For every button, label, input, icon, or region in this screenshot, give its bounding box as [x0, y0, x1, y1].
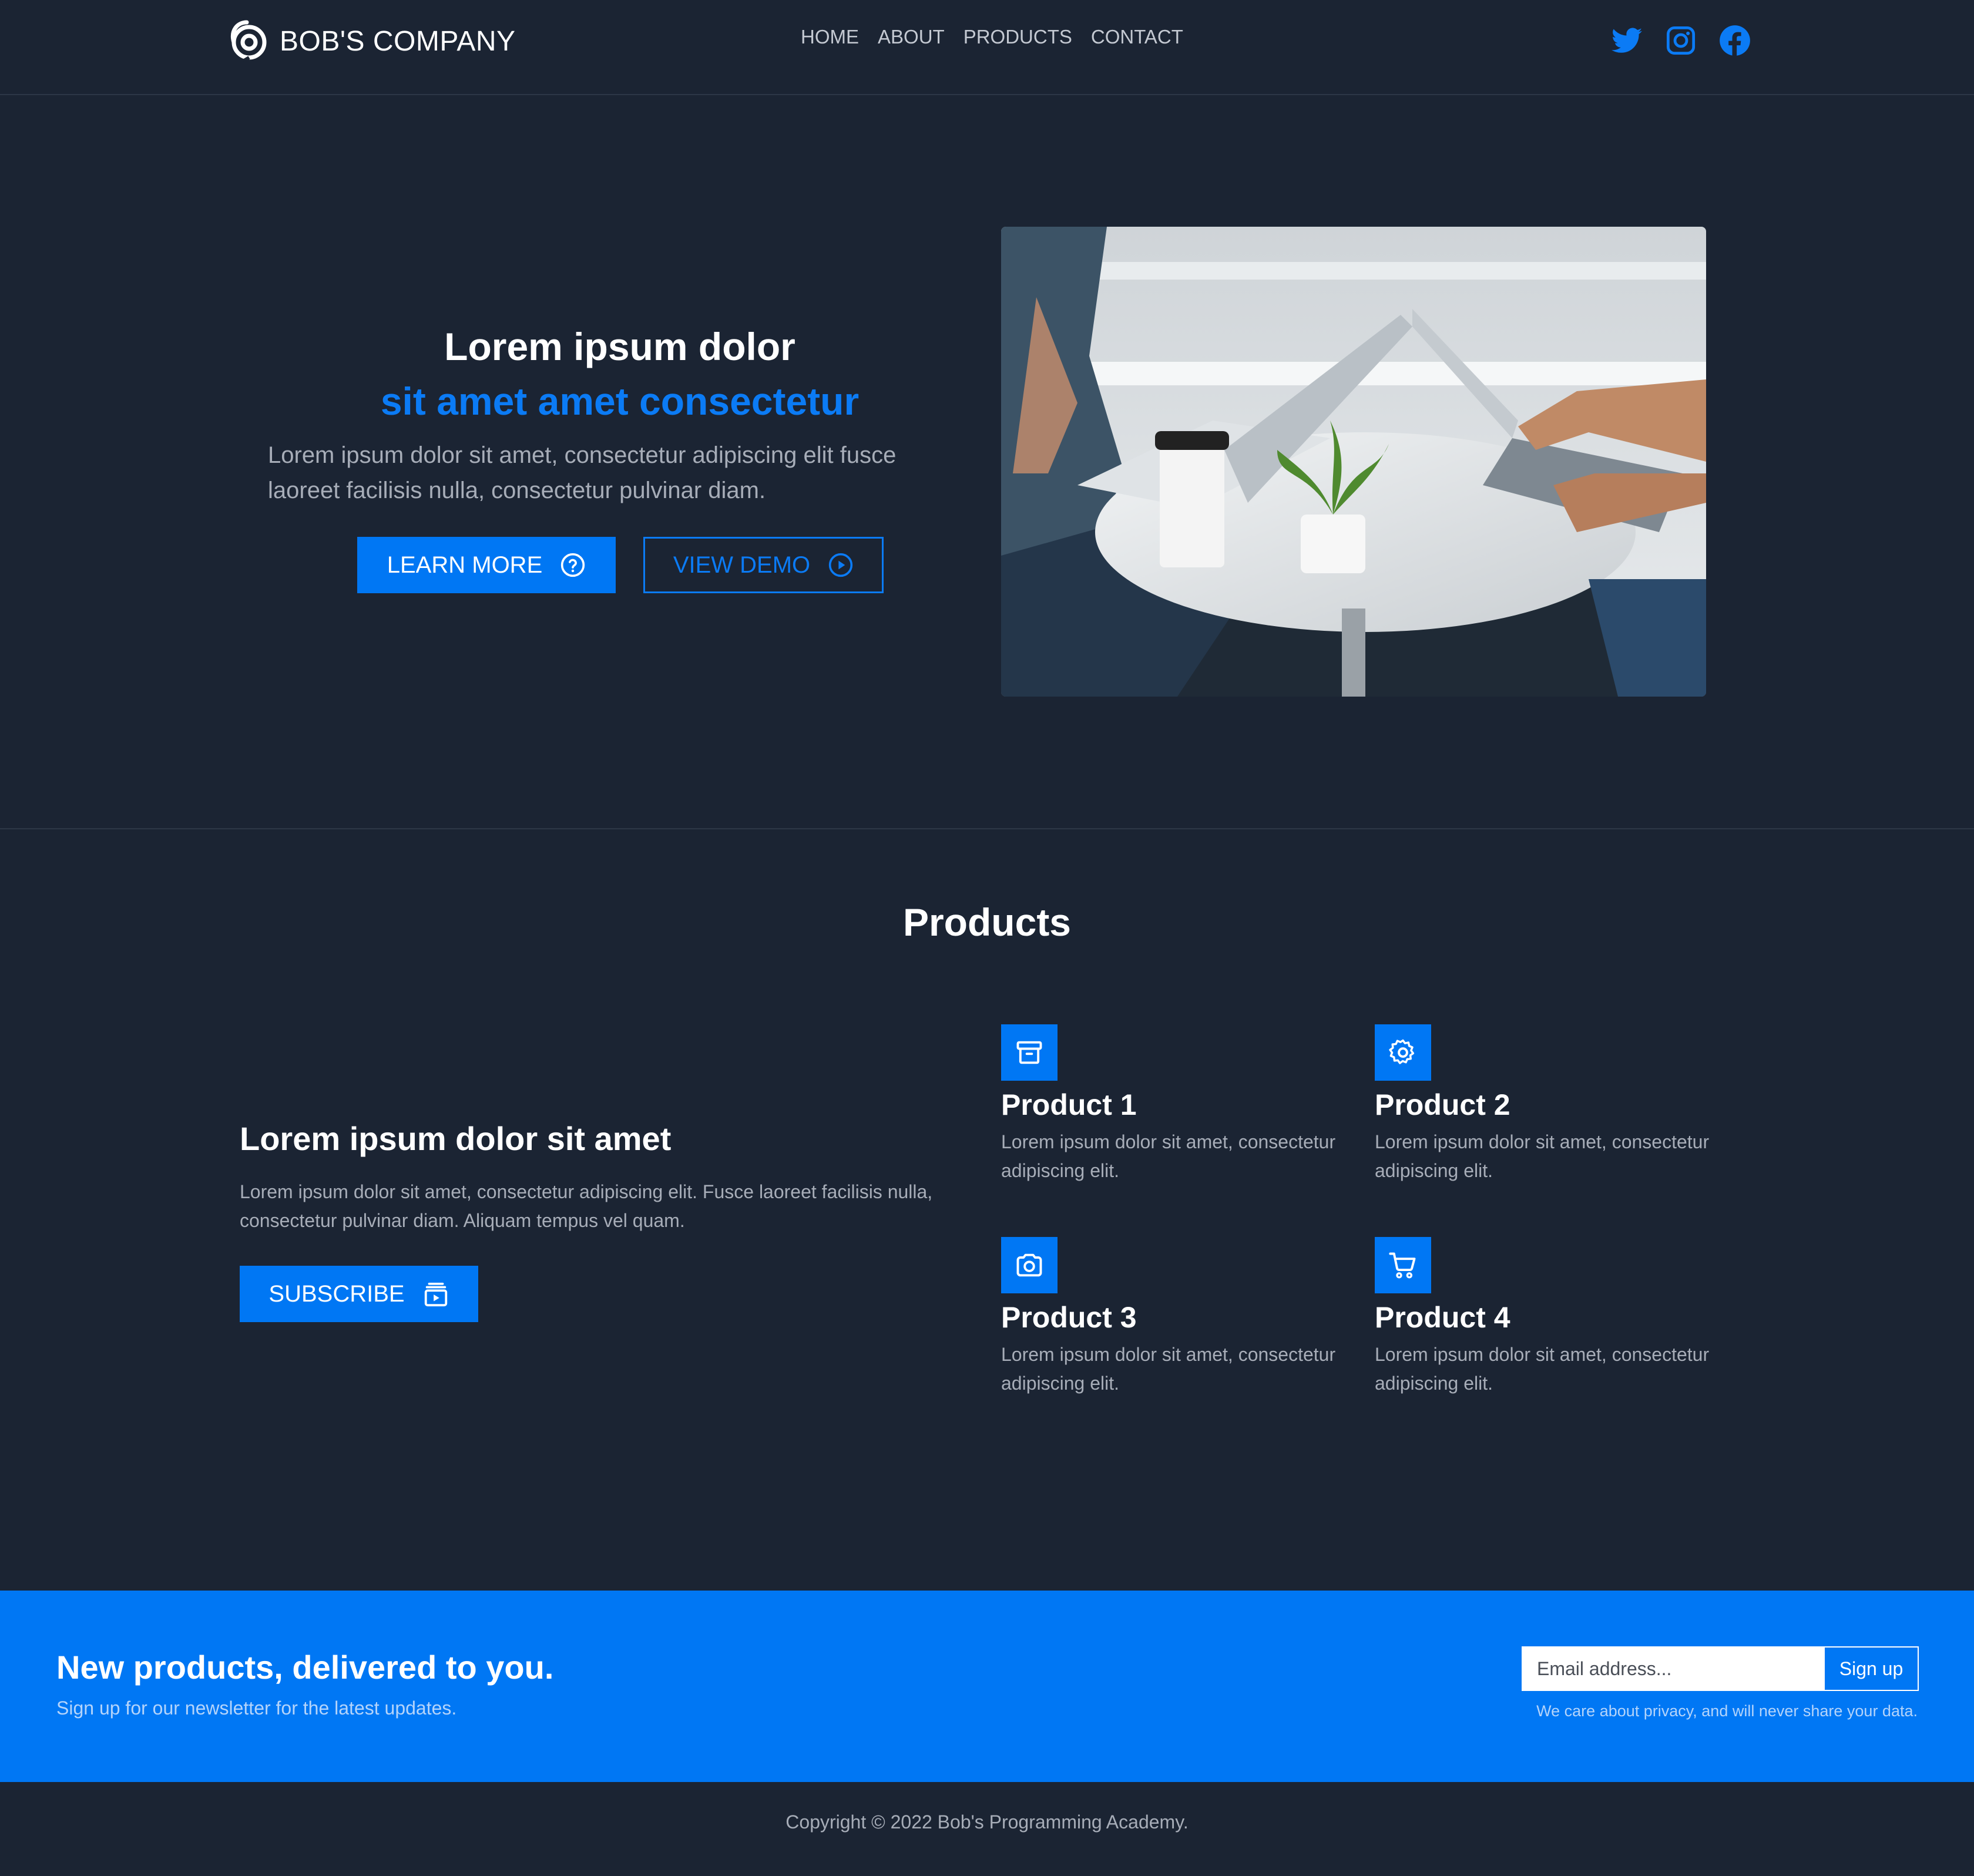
subscriptions-icon [424, 1282, 447, 1307]
newsletter-heading: New products, delivered to you. [56, 1649, 554, 1686]
brand-logo[interactable]: BOB'S COMPANY [229, 20, 516, 62]
copyright-text: Copyright © 2022 Bob's Programming Acade… [785, 1811, 1189, 1833]
privacy-note: We care about privacy, and will never sh… [1536, 1702, 1918, 1720]
camera-icon [1001, 1237, 1058, 1293]
product-card[interactable]: Product 4 Lorem ipsum dolor sit amet, co… [1375, 1237, 1727, 1398]
view-demo-button[interactable]: VIEW DEMO [643, 537, 884, 593]
newsletter-subtext: Sign up for our newsletter for the lates… [56, 1697, 457, 1719]
learn-more-button[interactable]: LEARN MORE [357, 537, 616, 593]
product-card[interactable]: Product 3 Lorem ipsum dolor sit amet, co… [1001, 1237, 1354, 1398]
social-links [1610, 23, 1752, 58]
product-description: Lorem ipsum dolor sit amet, consectetur … [1375, 1344, 1710, 1394]
product-card[interactable]: Product 2 Lorem ipsum dolor sit amet, co… [1375, 1024, 1727, 1185]
product-description: Lorem ipsum dolor sit amet, consectetur … [1001, 1344, 1336, 1394]
nav-contact[interactable]: CONTACT [1091, 26, 1183, 48]
nav-about[interactable]: ABOUT [878, 26, 945, 48]
main-nav: HOME ABOUT PRODUCTS CONTACT [801, 26, 1183, 48]
facebook-icon[interactable] [1718, 23, 1752, 58]
question-circle-icon [561, 553, 585, 577]
twitter-icon[interactable] [1610, 23, 1644, 58]
subscribe-label: SUBSCRIBE [268, 1280, 405, 1307]
product-name: Product 2 [1375, 1088, 1510, 1121]
learn-more-label: LEARN MORE [387, 552, 543, 578]
brand-name: BOB'S COMPANY [280, 25, 516, 57]
product-name: Product 3 [1001, 1301, 1137, 1334]
hero-description: Lorem ipsum dolor sit amet, consectetur … [268, 442, 897, 503]
feature-description: Lorem ipsum dolor sit amet, consectetur … [240, 1181, 933, 1231]
archive-icon [1001, 1024, 1058, 1081]
hero-image [1001, 227, 1706, 697]
subscribe-button[interactable]: SUBSCRIBE [240, 1266, 478, 1322]
nav-home[interactable]: HOME [801, 26, 859, 48]
instagram-icon[interactable] [1664, 23, 1698, 58]
product-name: Product 1 [1001, 1088, 1137, 1121]
cart-icon [1375, 1237, 1431, 1293]
gear-icon [1375, 1024, 1431, 1081]
signup-button[interactable]: Sign up [1825, 1648, 1918, 1690]
email-input[interactable] [1523, 1648, 1825, 1690]
logo-icon [231, 20, 267, 62]
view-demo-label: VIEW DEMO [673, 552, 811, 578]
site-header: BOB'S COMPANY HOME ABOUT PRODUCTS CONTAC… [0, 0, 1974, 95]
product-card[interactable]: Product 1 Lorem ipsum dolor sit amet, co… [1001, 1024, 1354, 1185]
section-divider [0, 828, 1974, 829]
product-description: Lorem ipsum dolor sit amet, consectetur … [1001, 1131, 1336, 1181]
play-circle-icon [829, 553, 853, 577]
nav-products[interactable]: PRODUCTS [964, 26, 1072, 48]
product-description: Lorem ipsum dolor sit amet, consectetur … [1375, 1131, 1710, 1181]
product-name: Product 4 [1375, 1301, 1510, 1334]
feature-heading: Lorem ipsum dolor sit amet [240, 1120, 672, 1157]
newsletter-form: Sign up [1522, 1646, 1919, 1691]
products-title: Products [902, 900, 1072, 944]
